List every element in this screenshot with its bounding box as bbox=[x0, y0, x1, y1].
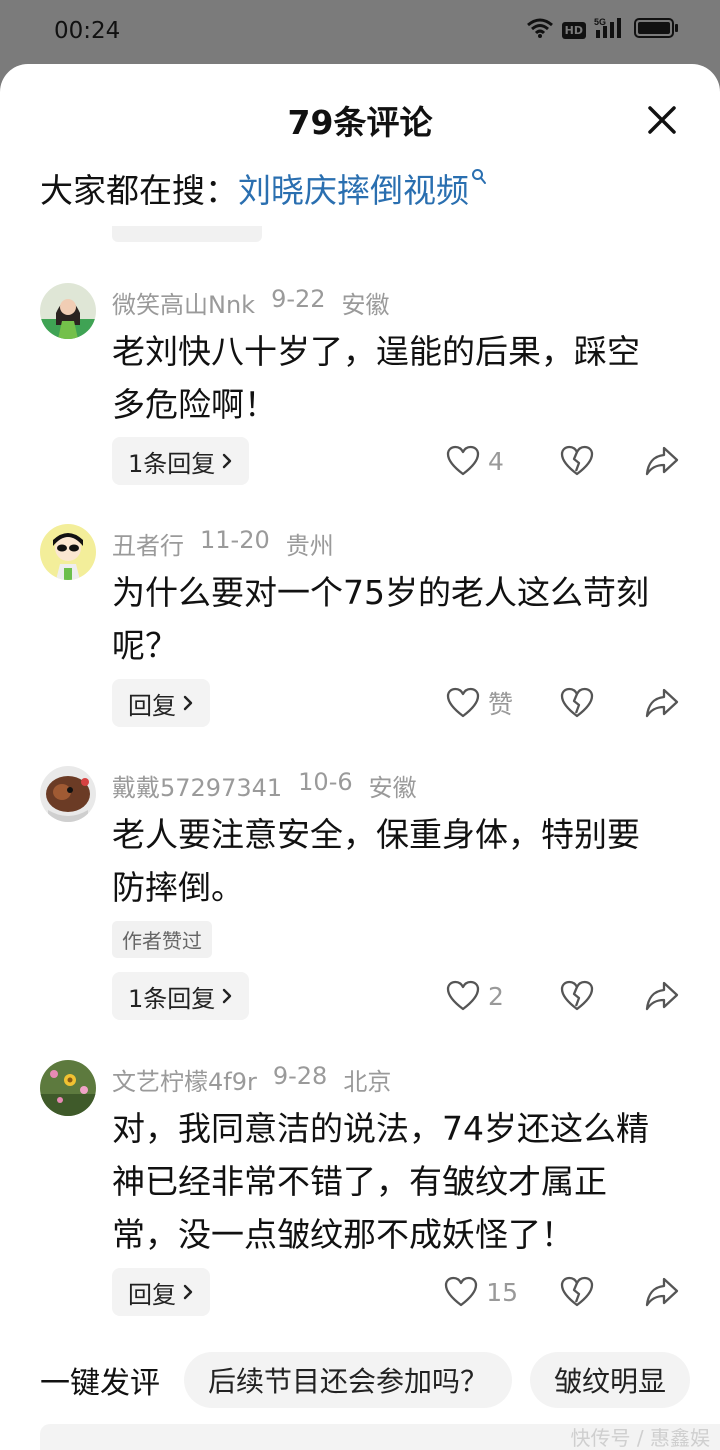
comment-meta: 微笑高山Nnk 9-22 安徽 bbox=[112, 285, 390, 320]
signal-icon: 5G bbox=[594, 16, 626, 44]
like-count: 赞 bbox=[488, 690, 514, 719]
comment-location: 安徽 bbox=[341, 291, 390, 319]
quick-comment-chip[interactable]: 后续节目还会参加吗？ bbox=[184, 1352, 513, 1408]
reply-button[interactable]: 回复 bbox=[112, 679, 210, 727]
comment-location: 安徽 bbox=[368, 774, 417, 802]
comment-actions: 赞 bbox=[446, 679, 680, 727]
quick-comment-chip[interactable]: 皱纹明显 bbox=[530, 1352, 691, 1408]
trending-search-link[interactable]: 刘晓庆摔倒视频 bbox=[238, 164, 469, 212]
comment-username[interactable]: 戴戴57297341 bbox=[112, 768, 282, 803]
sheet-title: 79条评论 bbox=[287, 103, 433, 142]
comment-actions: 15 bbox=[444, 1268, 680, 1316]
share-arrow-icon bbox=[645, 981, 679, 1011]
like-count: 4 bbox=[488, 446, 504, 476]
share-arrow-icon bbox=[645, 688, 679, 718]
hd-badge: HD bbox=[561, 21, 586, 39]
share-button[interactable] bbox=[644, 1276, 680, 1308]
reply-label: 回复 bbox=[128, 691, 176, 720]
comment-username[interactable]: 微笑高山Nnk bbox=[112, 285, 255, 320]
status-bar: 00:24 HD 5G bbox=[0, 0, 720, 64]
reply-label: 回复 bbox=[128, 1280, 176, 1309]
like-button[interactable]: 15 bbox=[444, 1276, 518, 1308]
like-count: 2 bbox=[488, 981, 504, 1011]
trending-search-label: 大家都在搜： bbox=[40, 171, 238, 210]
status-icons: HD 5G bbox=[526, 16, 680, 44]
comment-meta: 丑者行 11-20 贵州 bbox=[112, 526, 334, 561]
heart-icon bbox=[446, 980, 480, 1011]
broken-heart-icon bbox=[560, 445, 594, 476]
like-count: 15 bbox=[486, 1277, 518, 1307]
reply-button[interactable]: 回复 bbox=[112, 1268, 210, 1316]
comment-actions: 2 bbox=[446, 972, 680, 1020]
chevron-right-icon bbox=[183, 1284, 193, 1300]
dislike-button[interactable] bbox=[560, 1276, 594, 1308]
comment-actions: 4 bbox=[446, 437, 680, 485]
like-button[interactable]: 2 bbox=[446, 980, 518, 1012]
author-liked-badge: 作者赞过 bbox=[112, 921, 212, 958]
comment-date: 9-28 bbox=[272, 1062, 328, 1090]
share-button[interactable] bbox=[644, 980, 680, 1012]
chevron-right-icon bbox=[223, 453, 232, 469]
watermark: 快传号 / 惠鑫娱 bbox=[570, 1426, 710, 1450]
avatar[interactable] bbox=[40, 1060, 96, 1116]
previous-reply-button-edge bbox=[112, 226, 262, 242]
chevron-right-icon bbox=[223, 988, 232, 1004]
comment-text: 老人要注意安全，保重身体，特别要防摔倒。 bbox=[112, 815, 640, 907]
broken-heart-icon bbox=[560, 1276, 594, 1307]
broken-heart-icon bbox=[560, 687, 594, 718]
close-icon bbox=[648, 106, 676, 134]
avatar[interactable] bbox=[40, 524, 96, 580]
view-replies-button[interactable]: 1条回复 bbox=[112, 972, 250, 1020]
dislike-button[interactable] bbox=[560, 980, 594, 1012]
comment-text: 对，我同意洁的说法，74岁还这么精神已经非常不错了，有皱纹才属正常，没一点皱纹那… bbox=[112, 1109, 649, 1254]
quick-comment-label: 一键发评 bbox=[40, 1366, 160, 1401]
view-replies-button[interactable]: 1条回复 bbox=[112, 437, 250, 485]
comment-text: 老刘快八十岁了，逞能的后果，踩空多危险啊！ bbox=[112, 332, 640, 424]
close-button[interactable] bbox=[642, 100, 682, 140]
wifi-icon bbox=[526, 17, 554, 43]
quick-comment-row: 一键发评 后续节目还会参加吗？ 皱纹明显 bbox=[40, 1352, 708, 1408]
reply-label: 1条回复 bbox=[128, 449, 216, 478]
heart-icon bbox=[446, 687, 480, 718]
broken-heart-icon bbox=[560, 980, 594, 1011]
heart-icon bbox=[445, 1276, 478, 1307]
battery-icon bbox=[634, 17, 680, 43]
comment-date: 10-6 bbox=[298, 768, 353, 796]
share-button[interactable] bbox=[644, 687, 680, 719]
comment-meta: 戴戴57297341 10-6 安徽 bbox=[112, 768, 417, 803]
like-button[interactable]: 赞 bbox=[446, 685, 518, 721]
share-arrow-icon bbox=[645, 1277, 679, 1307]
comment-meta: 文艺柠檬4f9r 9-28 北京 bbox=[112, 1062, 391, 1097]
chevron-right-icon bbox=[183, 695, 193, 711]
share-button[interactable] bbox=[644, 445, 680, 477]
dislike-button[interactable] bbox=[560, 687, 594, 719]
like-button[interactable]: 4 bbox=[446, 445, 518, 477]
comment-date: 9-22 bbox=[271, 285, 326, 313]
avatar[interactable] bbox=[40, 283, 96, 339]
comment-date: 11-20 bbox=[200, 526, 270, 554]
search-icon bbox=[472, 169, 486, 184]
reply-label: 1条回复 bbox=[128, 984, 216, 1013]
comments-sheet: 79条评论 大家都在搜： 刘晓庆摔倒视频 微笑高山Nnk 9-22 安徽 老刘快… bbox=[0, 64, 720, 1450]
comment-username[interactable]: 文艺柠檬4f9r bbox=[112, 1062, 257, 1097]
comment-text: 为什么要对一个75岁的老人这么苛刻呢？ bbox=[112, 573, 649, 665]
status-time: 00:24 bbox=[54, 18, 121, 44]
dislike-button[interactable] bbox=[560, 445, 594, 477]
svg-text:5G: 5G bbox=[594, 17, 606, 27]
comment-username[interactable]: 丑者行 bbox=[112, 526, 184, 561]
comment-location: 北京 bbox=[343, 1068, 392, 1096]
avatar[interactable] bbox=[40, 766, 96, 822]
comment-location: 贵州 bbox=[285, 532, 334, 560]
trending-search: 大家都在搜： 刘晓庆摔倒视频 bbox=[40, 164, 487, 212]
heart-icon bbox=[446, 445, 480, 476]
share-arrow-icon bbox=[645, 446, 679, 476]
